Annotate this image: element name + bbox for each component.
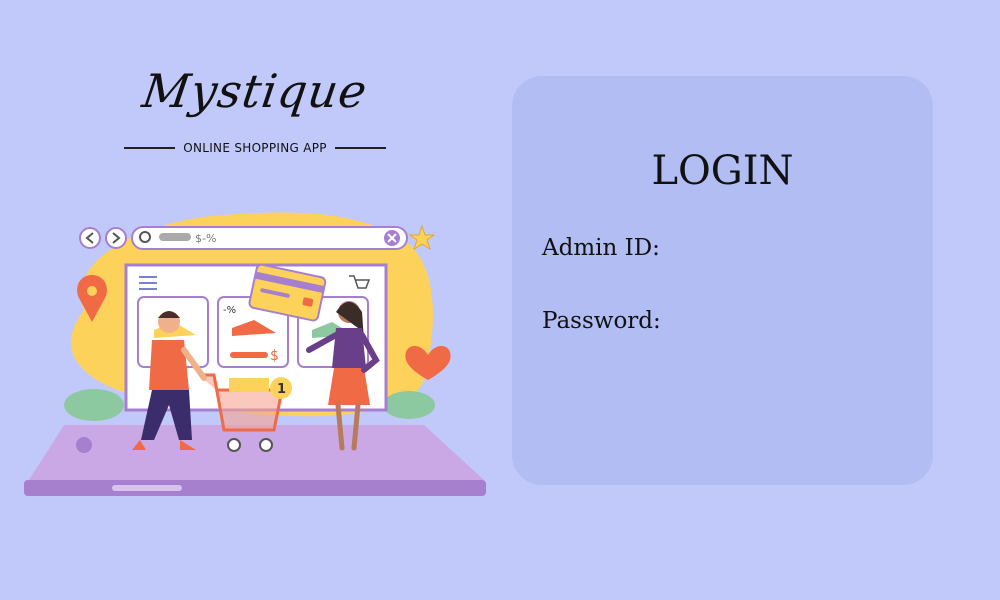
- location-pin-dot: [87, 286, 97, 296]
- forward-arrow-icon: [105, 227, 127, 249]
- search-text: $-%: [195, 232, 216, 245]
- shopping-illustration: $-% -% $ 1: [24, 200, 489, 500]
- brand-name: Mystique: [139, 64, 371, 118]
- admin-id-field: Admin ID:: [542, 233, 912, 263]
- admin-id-label: Admin ID:: [542, 235, 660, 261]
- login-title: LOGIN: [651, 148, 794, 194]
- brand-logo: Mystique ONLINE SHOPPING APP: [120, 60, 390, 160]
- laptop-button: [76, 437, 92, 453]
- cart-package: [229, 378, 269, 392]
- password-field: Password:: [542, 306, 912, 336]
- laptop-trackpad: [112, 485, 182, 491]
- admin-id-input[interactable]: [667, 234, 912, 262]
- laptop-edge: [24, 480, 486, 496]
- brand-rule-right: [334, 147, 386, 149]
- brand-subline: ONLINE SHOPPING APP: [124, 138, 386, 158]
- cart-badge-count: 1: [277, 382, 286, 397]
- price-symbol: $: [270, 348, 279, 364]
- password-input[interactable]: [668, 307, 912, 335]
- star-icon: [408, 224, 436, 251]
- back-arrow-icon: [79, 227, 101, 249]
- login-panel: LOGIN Admin ID: Password:: [512, 76, 933, 485]
- search-placeholder-pill: [159, 233, 191, 241]
- leaf-right: [383, 391, 435, 419]
- laptop-base: [29, 425, 484, 480]
- brand-tagline: ONLINE SHOPPING APP: [183, 141, 327, 155]
- brand-rule-left: [124, 147, 176, 149]
- cart-wheel-right: [259, 438, 273, 452]
- password-label: Password:: [542, 308, 661, 334]
- leaf-left: [64, 389, 124, 421]
- cart-wheel-left: [227, 438, 241, 452]
- discount-label: -%: [223, 305, 236, 316]
- price-bar: [230, 352, 268, 358]
- shopping-illustration-svg: $-% -% $ 1: [24, 212, 486, 496]
